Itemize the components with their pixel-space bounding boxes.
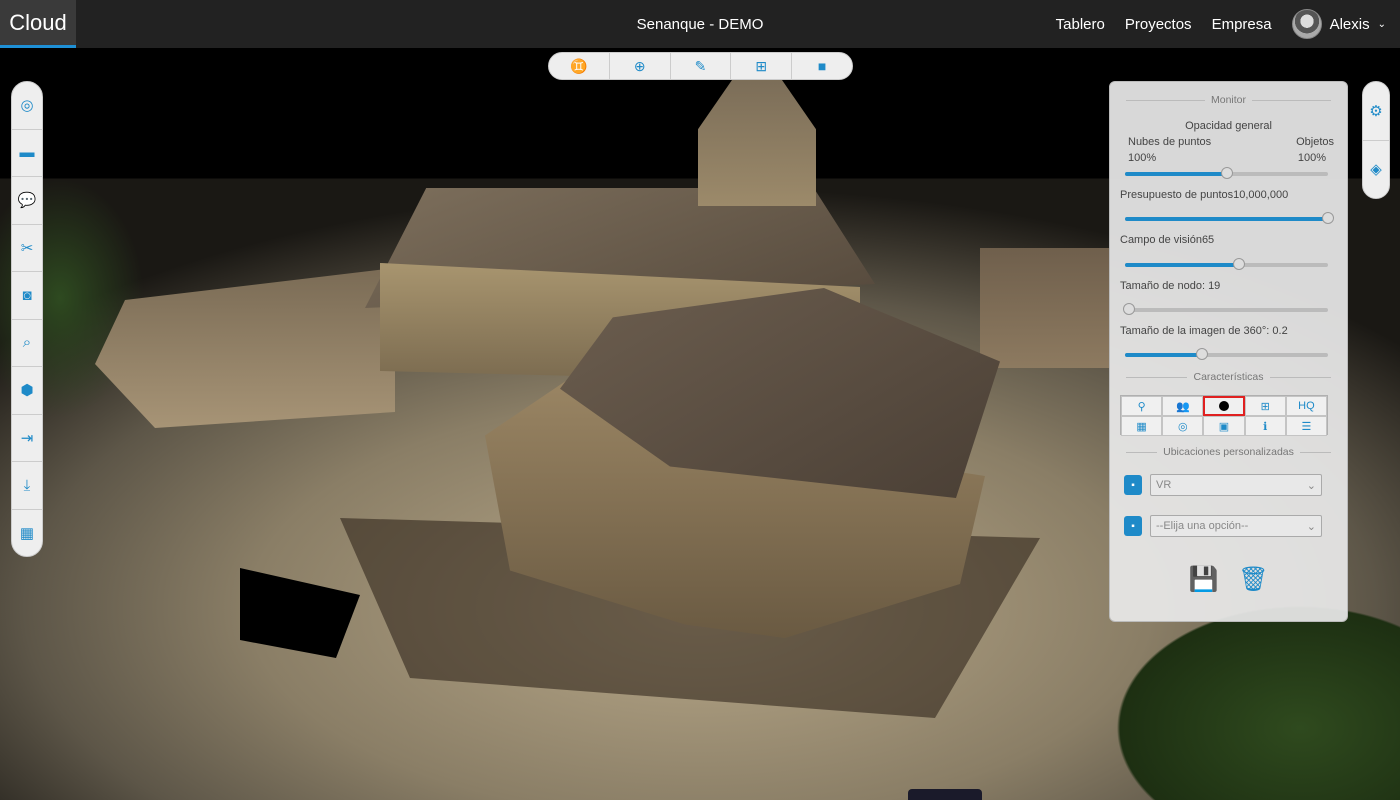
- objects-label: Objetos: [1296, 136, 1334, 148]
- user-menu[interactable]: Alexis ⌄: [1291, 9, 1386, 39]
- location-row-2: ▪ --Elija una opción-- ⌄: [1124, 515, 1322, 537]
- scissors-icon[interactable]: ✂: [12, 225, 42, 272]
- dot-icon: [1218, 401, 1229, 411]
- grid-icon[interactable]: ▦: [12, 510, 42, 557]
- layers-icon[interactable]: ◈: [1363, 141, 1389, 199]
- panel-actions: 💾 🗑: [1110, 565, 1347, 593]
- vr-icon[interactable]: ⊞: [1244, 396, 1286, 416]
- features-grid: ⚲ 👥 ⊞ HQ ▦ ◎ ▣ ℹ ☰: [1120, 395, 1328, 436]
- gears-icon[interactable]: ⚙: [1363, 82, 1389, 141]
- cube-icon[interactable]: ⬢: [12, 367, 42, 415]
- chevron-down-icon: ⌄: [1377, 18, 1386, 30]
- download-icon[interactable]: ⤓: [12, 462, 42, 510]
- bottom-tab[interactable]: [908, 789, 982, 800]
- point-icon[interactable]: [1203, 396, 1245, 416]
- target-icon[interactable]: ◎: [1162, 416, 1204, 436]
- location-marker-icon[interactable]: ▪: [1124, 516, 1142, 536]
- info-icon[interactable]: ℹ: [1244, 416, 1286, 436]
- section-features: Características: [1120, 370, 1337, 384]
- avatar: [1291, 9, 1322, 39]
- binoculars-icon[interactable]: ♊: [549, 53, 610, 79]
- fov-slider[interactable]: [1125, 258, 1328, 270]
- fov-label: Campo de visión65: [1120, 234, 1215, 246]
- main-nav: Tablero Proyectos Empresa Alexis ⌄: [1056, 0, 1386, 48]
- opacity-title: Opacidad general: [1185, 120, 1272, 132]
- objects-value: 100%: [1297, 152, 1326, 164]
- scene-dark-area: [240, 568, 360, 658]
- compass-icon[interactable]: ◎: [12, 82, 42, 130]
- nav-projects[interactable]: Proyectos: [1125, 16, 1192, 33]
- scene-bell-tower: [698, 78, 816, 206]
- nav-dashboard[interactable]: Tablero: [1056, 16, 1105, 33]
- chevron-down-icon: ⌄: [1306, 479, 1316, 492]
- point-clouds-value: 100%: [1128, 152, 1157, 164]
- map-pin-icon[interactable]: ⚲: [1121, 396, 1163, 416]
- point-clouds-label: Nubes de puntos: [1128, 136, 1212, 148]
- left-toolbar: ◎ ▬ 💬 ✂ ◙ ⌕ ⬢ ⇥ ⤓ ▦: [11, 81, 43, 557]
- nav-company[interactable]: Empresa: [1212, 16, 1272, 33]
- opacity-slider[interactable]: [1125, 167, 1328, 179]
- section-monitor: Monitor: [1120, 93, 1337, 107]
- right-toolbar: ⚙ ◈: [1362, 81, 1390, 199]
- globe-icon[interactable]: ⊕: [610, 53, 671, 79]
- location-select-2[interactable]: --Elija una opción-- ⌄: [1150, 515, 1322, 537]
- image360-slider[interactable]: [1125, 348, 1328, 360]
- monitor-panel: Monitor Opacidad general Nubes de puntos…: [1109, 81, 1348, 622]
- scene-left-wing: [95, 268, 395, 428]
- camera-icon[interactable]: ◙: [12, 272, 42, 320]
- user-name: Alexis: [1329, 15, 1370, 33]
- brush-icon[interactable]: ✎: [671, 53, 732, 79]
- logo[interactable]: Cloud: [0, 0, 76, 48]
- users-icon[interactable]: 👥: [1162, 396, 1204, 416]
- image360-label: Tamaño de la imagen de 360°: 0.2: [1120, 325, 1288, 337]
- square-icon[interactable]: ■: [792, 53, 852, 79]
- location-select-1[interactable]: VR ⌄: [1150, 474, 1322, 496]
- vr-headset-icon[interactable]: ⊞: [731, 53, 793, 79]
- building-icon[interactable]: ▦: [1121, 416, 1163, 436]
- ruler-icon[interactable]: ▬: [12, 130, 42, 177]
- comment-icon[interactable]: 💬: [12, 177, 42, 225]
- location-row-1: ▪ VR ⌄: [1124, 474, 1322, 496]
- scene-right-wing: [980, 248, 1110, 368]
- list-icon[interactable]: ☰: [1285, 416, 1327, 436]
- chevron-down-icon: ⌄: [1306, 520, 1316, 533]
- point-budget-label: Presupuesto de puntos10,000,000: [1120, 189, 1289, 201]
- save-small-icon[interactable]: ▣: [1203, 416, 1245, 436]
- location-marker-icon[interactable]: ▪: [1124, 475, 1142, 495]
- search-icon[interactable]: ⌕: [12, 320, 42, 367]
- section-locations: Ubicaciones personalizadas: [1120, 445, 1337, 459]
- top-toolbar: ♊ ⊕ ✎ ⊞ ■: [548, 52, 853, 80]
- top-bar: Cloud Senanque - DEMO Tablero Proyectos …: [0, 0, 1400, 48]
- hq-icon[interactable]: HQ: [1285, 396, 1327, 416]
- trash-icon[interactable]: 🗑: [1238, 565, 1268, 593]
- point-budget-slider[interactable]: [1125, 212, 1334, 224]
- node-size-label: Tamaño de nodo: 19: [1120, 280, 1221, 292]
- save-icon[interactable]: 💾: [1189, 565, 1219, 593]
- node-size-slider[interactable]: [1123, 303, 1328, 315]
- file-import-icon[interactable]: ⇥: [12, 415, 42, 462]
